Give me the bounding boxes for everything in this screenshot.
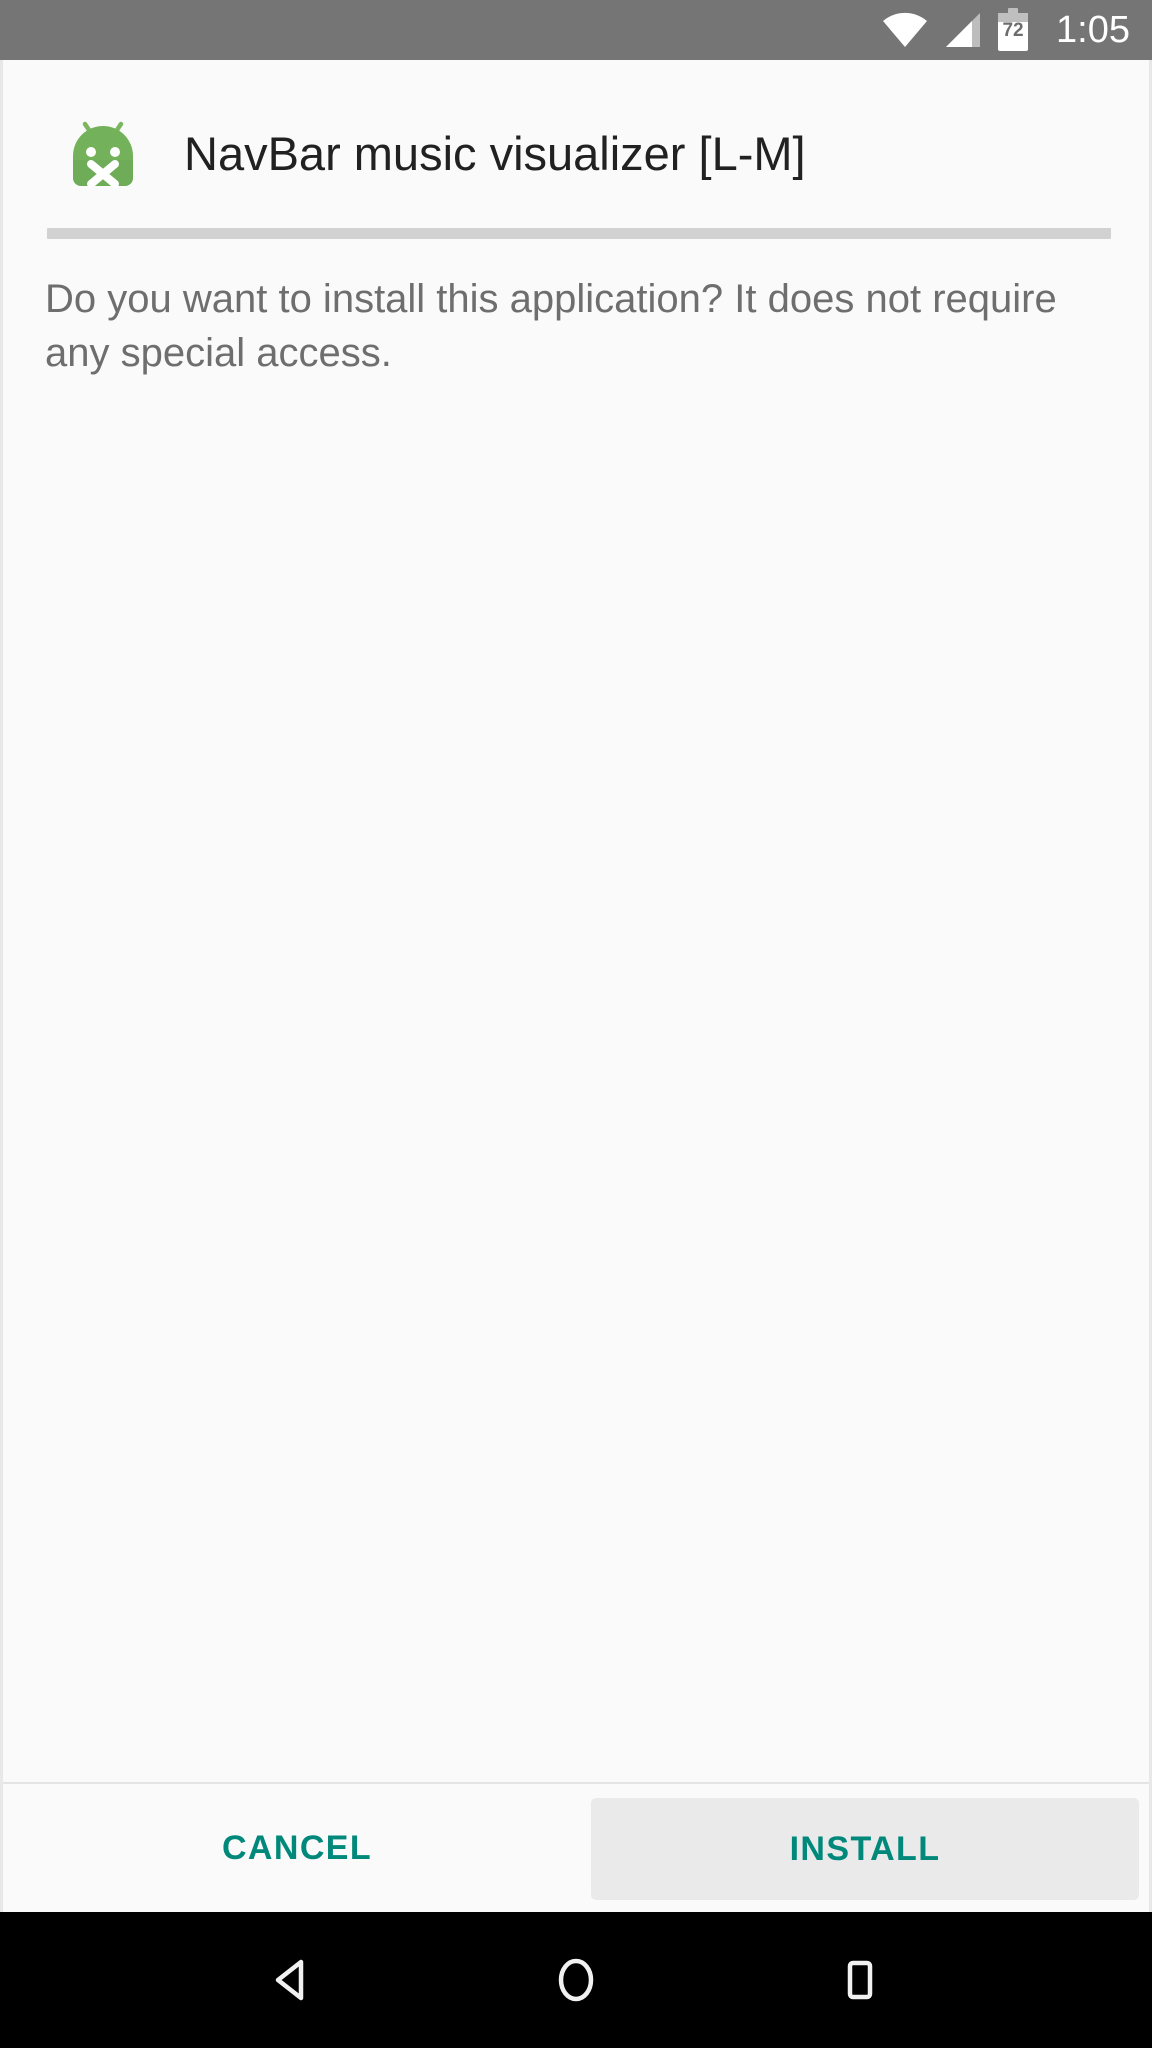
nav-recents-button[interactable]: [805, 1925, 915, 2035]
dialog-button-bar: CANCEL INSTALL: [3, 1782, 1149, 1912]
nav-back-button[interactable]: [237, 1925, 347, 2035]
apk-android-icon: [73, 121, 133, 188]
nav-home-button[interactable]: [521, 1925, 631, 2035]
wifi-icon: [883, 12, 928, 47]
app-header: NavBar music visualizer [L-M]: [3, 60, 1149, 192]
dialog-message: Do you want to install this application?…: [45, 277, 1057, 376]
status-bar: 72 1:05: [0, 0, 1152, 60]
back-triangle-icon: [275, 1959, 304, 2001]
install-button[interactable]: INSTALL: [591, 1798, 1139, 1900]
status-bar-icons: 72 1:05: [882, 8, 1130, 52]
recents-square-icon: [847, 1960, 873, 2000]
home-circle-icon: [558, 1958, 594, 2002]
cellular-signal-icon: [946, 13, 981, 47]
status-bar-clock: 1:05: [1056, 9, 1130, 51]
title-divider: [47, 228, 1111, 239]
android-install-dialog-screen: 72 1:05 NavBar music visualizer [L-M] Do…: [0, 0, 1152, 2048]
android-navigation-bar: [0, 1912, 1152, 2048]
dialog-content-spacer: [3, 381, 1149, 1782]
battery-level-text: 72: [1002, 20, 1024, 41]
battery-icon: 72: [996, 8, 1030, 52]
app-title: NavBar music visualizer [L-M]: [184, 127, 806, 181]
install-dialog: NavBar music visualizer [L-M] Do you wan…: [0, 60, 1152, 1912]
cancel-button[interactable]: CANCEL: [3, 1784, 591, 1912]
